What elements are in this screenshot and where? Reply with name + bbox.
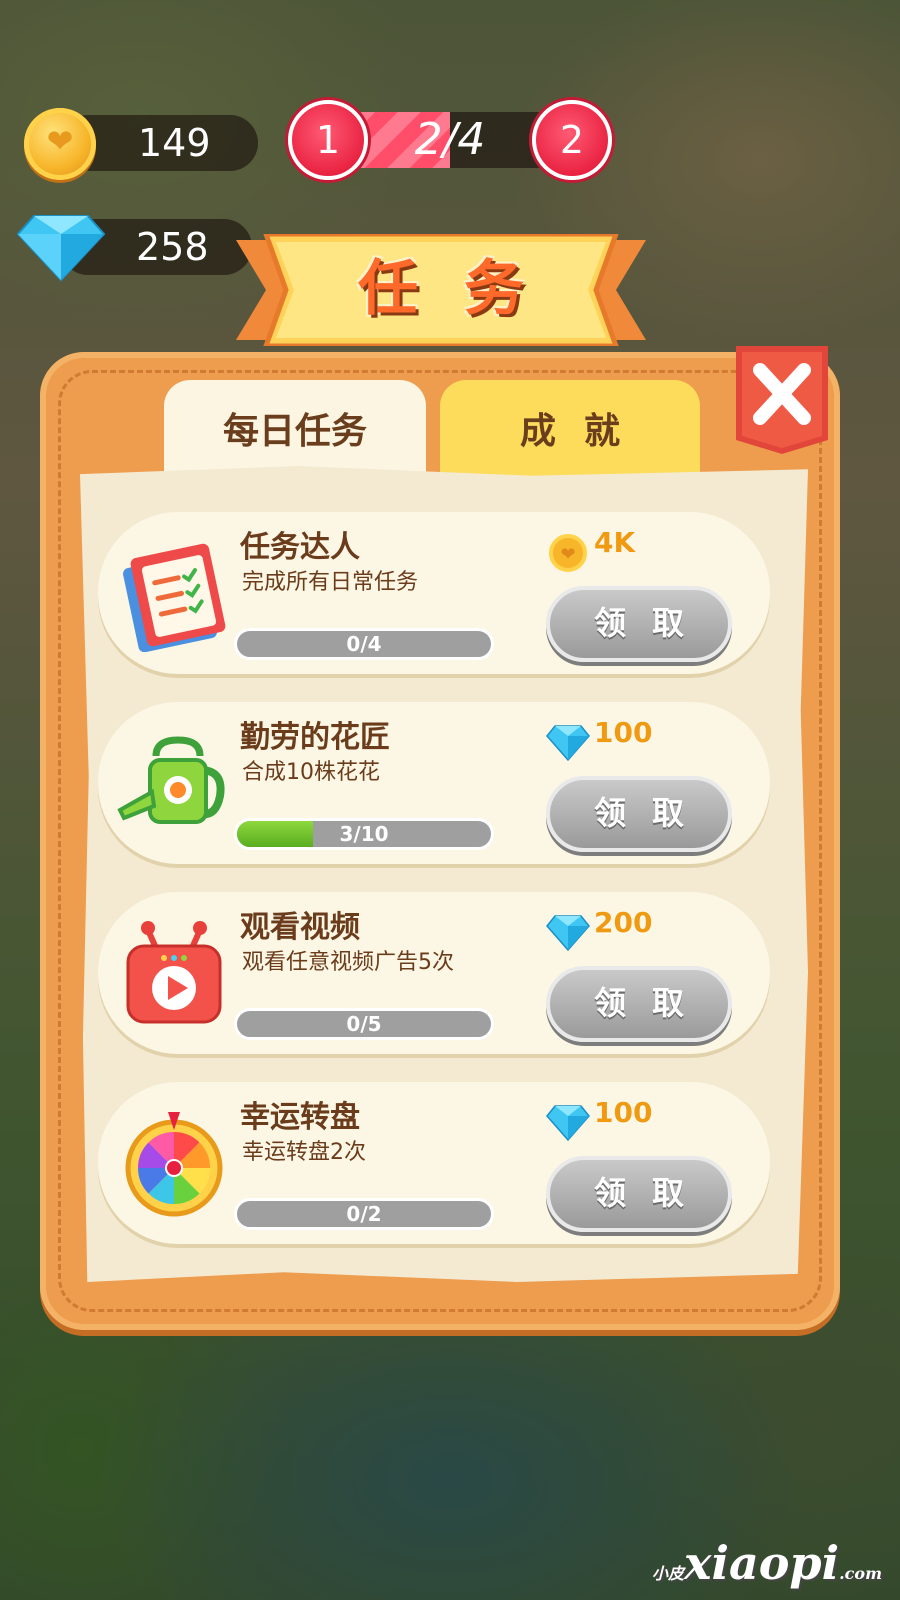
tab-achievements[interactable]: 成就: [440, 380, 700, 480]
watermark-main: xiaopi: [684, 1536, 840, 1590]
reward-amount: 100: [594, 1096, 653, 1129]
lucky-wheel-icon: [125, 1112, 223, 1217]
task-progress-text: 0/5: [346, 1012, 382, 1036]
task-description: 合成10株花花: [242, 760, 380, 785]
watering-can-icon: [117, 736, 225, 824]
task-card-watch-video: 观看视频 观看任意视频广告5次 0/5 200 领取: [98, 892, 770, 1054]
watermark-suffix: .com: [839, 1564, 882, 1583]
coin-count: 149: [138, 121, 211, 165]
video-icon: [126, 921, 222, 1024]
claim-button[interactable]: 领取: [546, 776, 732, 852]
coin-icon: [24, 108, 96, 180]
task-title: 观看视频: [240, 910, 360, 945]
task-progress-bar: 3/10: [234, 818, 494, 850]
task-card-lucky-wheel: 幸运转盘 幸运转盘2次 0/2 100 领取: [98, 1082, 770, 1244]
task-card-task-master: 任务达人 完成所有日常任务 0/4 ❤ 4K 领取: [98, 512, 770, 674]
site-watermark: 小皮xiaopi.com: [652, 1536, 882, 1590]
task-description: 观看任意视频广告5次: [242, 950, 454, 975]
tab-daily-tasks[interactable]: 每日任务: [164, 380, 426, 480]
diamond-icon: [546, 915, 590, 952]
task-description: 幸运转盘2次: [242, 1140, 366, 1165]
claim-button[interactable]: 领取: [546, 966, 732, 1042]
task-progress-bar: 0/4: [234, 628, 494, 660]
task-card-gardener: 勤劳的花匠 合成10株花花 3/10 100 领取: [98, 702, 770, 864]
task-title: 幸运转盘: [240, 1100, 360, 1135]
diamond-icon: [546, 725, 590, 762]
watermark-small: 小皮: [652, 1564, 685, 1583]
reward-amount: 200: [594, 906, 653, 939]
reward-amount: 4K: [594, 526, 636, 559]
task-title: 勤劳的花匠: [240, 720, 390, 755]
diamond-icon: [546, 1105, 590, 1142]
close-icon[interactable]: [736, 346, 828, 454]
task-progress-text: 0/4: [346, 632, 382, 656]
clipboard-icon: [123, 543, 226, 652]
claim-button[interactable]: 领取: [546, 1156, 732, 1232]
gem-count: 258: [136, 225, 209, 269]
page-title: 任务: [358, 254, 570, 324]
task-title: 任务达人: [240, 530, 360, 565]
next-level-badge: 2: [532, 100, 612, 180]
reward-amount: 100: [594, 716, 653, 749]
svg-text:❤: ❤: [560, 544, 575, 565]
current-level-badge: 1: [288, 100, 368, 180]
task-progress-text: 3/10: [339, 822, 389, 846]
task-progress-bar: 0/2: [234, 1198, 494, 1230]
diamond-icon: [16, 215, 106, 282]
coin-icon: ❤: [549, 534, 587, 572]
claim-button[interactable]: 领取: [546, 586, 732, 662]
task-description: 完成所有日常任务: [242, 570, 419, 595]
task-progress-text: 0/2: [346, 1202, 382, 1226]
task-progress-bar: 0/5: [234, 1008, 494, 1040]
